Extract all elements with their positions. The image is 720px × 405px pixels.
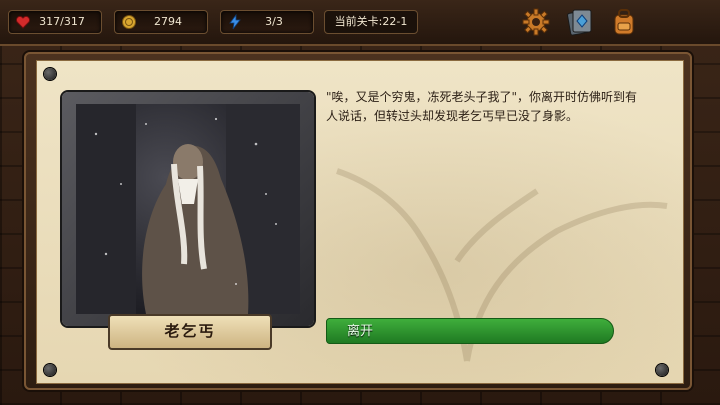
rivet: [44, 364, 56, 376]
gear-icon: [522, 8, 550, 36]
gold-value: 2794: [154, 15, 182, 28]
top-bar: 317/317 2794 3/3 当前关卡:22-1: [0, 0, 720, 46]
current-level: 当前关卡:22-1: [324, 10, 418, 34]
leave-button[interactable]: 离开: [326, 318, 614, 344]
gold-stat: 2794: [114, 10, 208, 34]
rivet: [656, 364, 668, 376]
card-deck-icon: [567, 9, 592, 36]
hp-stat: 317/317: [8, 10, 102, 34]
event-description: "唉，又是个穷鬼，冻死老头子我了"，你离开时仿佛听到有人说话，但转过头却发现老乞…: [326, 90, 638, 123]
rivet: [44, 68, 56, 80]
energy-stat: 3/3: [220, 10, 314, 34]
backpack-button[interactable]: [608, 6, 640, 38]
backpack-icon: [614, 9, 634, 35]
energy-value: 3/3: [265, 15, 283, 28]
old-beggar-figure: [76, 104, 300, 314]
beggar-portrait: [76, 104, 300, 314]
settings-button[interactable]: [520, 6, 552, 38]
card-deck-button[interactable]: [564, 6, 596, 38]
character-name-plate: 老乞丐: [108, 314, 272, 350]
hp-value: 317/317: [39, 15, 85, 28]
